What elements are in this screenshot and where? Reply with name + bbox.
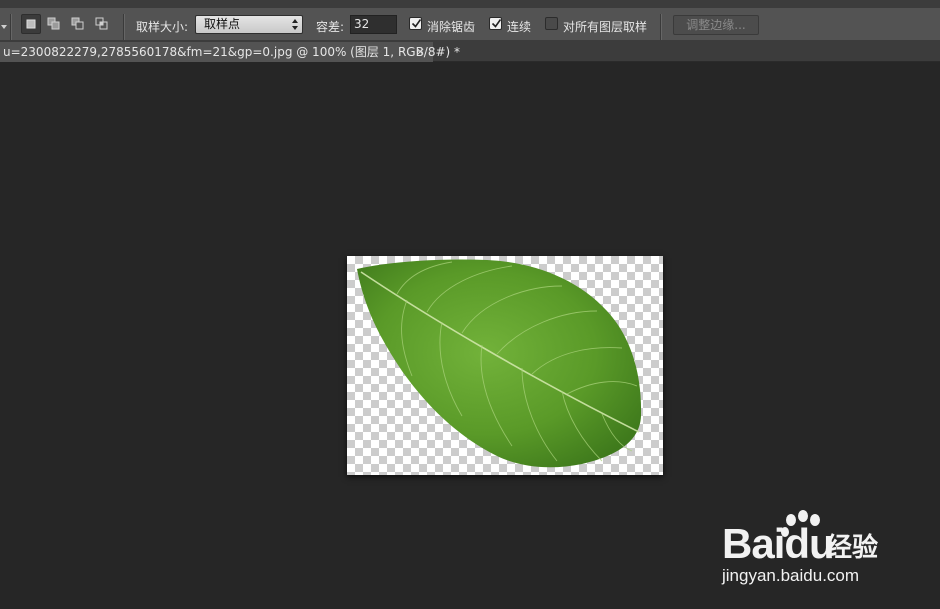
baidu-jingyan-watermark: Baidu 经验 jingyan.baidu.com: [722, 510, 932, 590]
refine-edge-button[interactable]: 调整边缘...: [673, 15, 759, 35]
anti-alias-label: 消除锯齿: [427, 20, 476, 34]
new-selection-button[interactable]: [21, 14, 41, 34]
add-to-selection-icon: [47, 17, 60, 30]
tool-preset-dropdown-icon[interactable]: [1, 25, 7, 29]
watermark-product: 经验: [826, 533, 879, 563]
leaf-image: [357, 259, 642, 468]
tolerance-input[interactable]: 32: [350, 15, 397, 34]
subtract-from-selection-button[interactable]: [68, 14, 88, 34]
document-canvas[interactable]: [347, 256, 663, 475]
subtract-selection-icon: [71, 17, 84, 30]
sample-size-value: 取样点: [204, 17, 241, 31]
document-tab[interactable]: u=2300822279,2785560178&fm=21&gp=0.jpg @…: [0, 42, 460, 62]
anti-alias-checkbox[interactable]: [409, 17, 422, 30]
document-tab-title: u=2300822279,2785560178&fm=21&gp=0.jpg @…: [3, 45, 461, 59]
document-tab-bar: u=2300822279,2785560178&fm=21&gp=0.jpg @…: [0, 40, 940, 62]
sample-all-layers-checkbox[interactable]: [545, 17, 558, 30]
intersect-selection-button[interactable]: [92, 14, 112, 34]
sample-size-label: 取样大小:: [136, 20, 189, 34]
separator: [123, 14, 125, 40]
contiguous-label: 连续: [507, 20, 532, 34]
add-to-selection-button[interactable]: [44, 14, 64, 34]
watermark-brand-bai: Bai: [722, 520, 785, 567]
contiguous-checkbox[interactable]: [489, 17, 502, 30]
separator: [660, 14, 662, 40]
sample-all-layers-label: 对所有图层取样: [563, 20, 648, 34]
new-selection-icon: [26, 19, 36, 29]
select-arrows-icon: [292, 19, 298, 30]
tolerance-label: 容差:: [316, 20, 345, 34]
sample-size-select[interactable]: 取样点: [195, 15, 303, 34]
watermark-url: jingyan.baidu.com: [722, 566, 860, 585]
close-icon[interactable]: ×: [416, 42, 425, 62]
intersect-selection-icon: [95, 17, 108, 30]
separator: [10, 14, 12, 40]
checkmark-icon: [491, 19, 502, 28]
checkmark-icon: [411, 19, 422, 28]
watermark-brand: Baidu: [722, 520, 835, 567]
